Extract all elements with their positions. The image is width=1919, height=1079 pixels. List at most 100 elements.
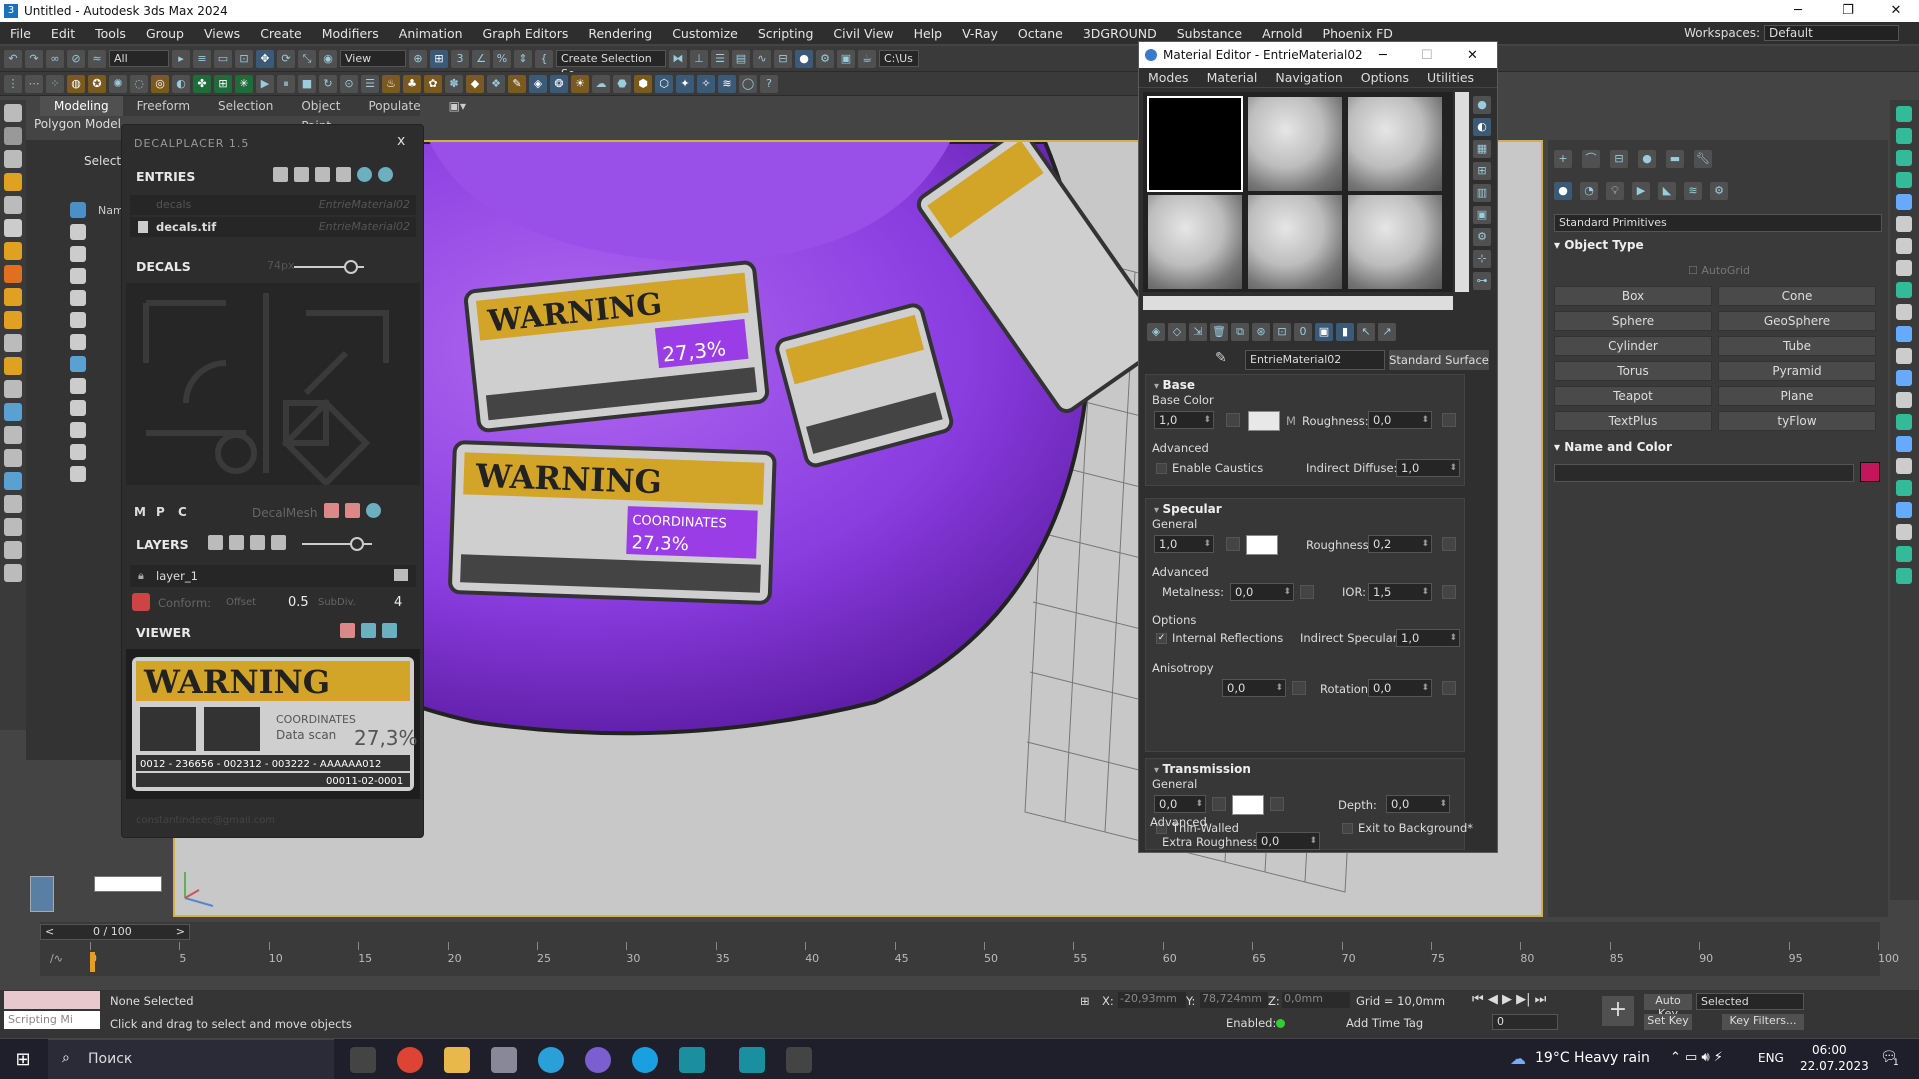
create-torus-button[interactable]: Torus <box>1554 361 1712 381</box>
filter-light-icon[interactable] <box>70 246 86 262</box>
eyedropper-icon[interactable]: ✎ <box>1215 350 1227 366</box>
mat-maximize-button[interactable]: ☐ <box>1421 48 1433 63</box>
time-slider[interactable]: < 0 / 100 > <box>40 924 190 940</box>
anisotropy-spinner[interactable]: 0,0 <box>1222 679 1286 697</box>
indirect-specular-spinner[interactable]: 1,0 <box>1396 629 1460 647</box>
menu-3dground[interactable]: 3DGROUND <box>1073 26 1167 41</box>
tool-t-icon[interactable] <box>4 541 22 559</box>
decal-viewer[interactable]: WARNING COORDINATES Data scan 27,3% 0012… <box>126 649 420 799</box>
create-tab-icon[interactable]: + <box>1554 150 1572 168</box>
menu-views[interactable]: Views <box>194 26 250 41</box>
curve-editor-icon[interactable]: ∿ <box>753 49 771 68</box>
goto-end-icon[interactable]: ⏭ <box>1535 992 1547 1007</box>
set-key-button[interactable]: Set Key <box>1644 1014 1692 1030</box>
effects-channel-icon[interactable]: 0 <box>1294 323 1312 341</box>
create-textplus-button[interactable]: TextPlus <box>1554 411 1712 431</box>
telegram-icon[interactable] <box>538 1047 564 1073</box>
lock-icon[interactable]: 🔒︎ <box>138 569 144 583</box>
mesh-play-icon[interactable] <box>366 503 381 518</box>
ior-map[interactable] <box>1442 585 1456 599</box>
tool-o-icon[interactable] <box>4 426 22 444</box>
caustics-checkbox[interactable] <box>1156 463 1167 474</box>
sphere-red-icon[interactable]: ◍ <box>67 74 85 93</box>
ior-spinner[interactable]: 1,5 <box>1368 583 1432 601</box>
layer-down-icon[interactable] <box>250 535 265 550</box>
particle-icon[interactable]: ✺ <box>109 74 127 93</box>
metalness-map[interactable] <box>1300 585 1314 599</box>
globe-icon[interactable] <box>357 167 372 182</box>
tool-m-icon[interactable] <box>4 380 22 398</box>
clock-time[interactable]: 06:00 <box>1812 1043 1847 1057</box>
array-icon[interactable]: ✤ <box>193 74 211 93</box>
object-color-swatch[interactable] <box>1860 462 1880 482</box>
filter-spacewarp-icon[interactable] <box>70 312 86 328</box>
hierarchy-tab-icon[interactable]: ⊟ <box>1610 150 1628 168</box>
scatter-icon[interactable]: ⊞ <box>214 74 232 93</box>
timeline-track[interactable]: 0510152025303540455055606570758085909510… <box>90 942 1899 972</box>
reset-icon[interactable]: 🗑︎ <box>1210 323 1228 341</box>
material-type-button[interactable]: Standard Surface <box>1389 350 1489 370</box>
skype-icon[interactable] <box>632 1047 658 1073</box>
menu-substance[interactable]: Substance <box>1167 26 1252 41</box>
put-to-scene-icon[interactable]: ◇ <box>1168 323 1186 341</box>
3dsmax-icon-1[interactable] <box>679 1047 705 1073</box>
x-coordinate[interactable]: -20,93mm <box>1118 992 1186 1008</box>
set-key-plus-icon[interactable]: + <box>1602 996 1634 1026</box>
sample-slot-4[interactable] <box>1147 194 1243 290</box>
3dsmax-icon-2[interactable] <box>739 1047 765 1073</box>
curve-toggle-icon[interactable]: ∕∿ <box>50 952 63 965</box>
vray-globe-icon[interactable]: ◯ <box>739 74 757 93</box>
source-icon[interactable]: ✽ <box>445 74 463 93</box>
base-weight-spinner[interactable]: 1,0 <box>1154 411 1214 429</box>
menu-help[interactable]: Help <box>904 26 953 41</box>
play-anim-icon[interactable]: ▶ <box>1502 992 1512 1007</box>
layer-add-icon[interactable] <box>208 535 223 550</box>
helper-icon[interactable]: ◌ <box>130 74 148 93</box>
object-type-header[interactable]: ▾ Object Type <box>1554 238 1882 256</box>
tool-g-icon[interactable] <box>4 242 22 260</box>
tab-freeform[interactable]: Freeform <box>123 96 204 116</box>
hedra-icon[interactable]: ✪ <box>88 74 106 93</box>
create-cylinder-button[interactable]: Cylinder <box>1554 336 1712 356</box>
app-icon-2[interactable] <box>786 1047 812 1073</box>
octane-cam-icon[interactable]: ❂ <box>550 74 568 93</box>
play-icon[interactable]: ▶ <box>256 74 274 93</box>
transmission-header[interactable]: Transmission <box>1146 759 1464 779</box>
make-unique-icon[interactable]: ⊛ <box>1252 323 1270 341</box>
select-label[interactable]: Select <box>84 154 121 168</box>
create-tyflow-button[interactable]: tyFlow <box>1718 411 1876 431</box>
create-pyramid-button[interactable]: Pyramid <box>1718 361 1876 381</box>
mode-c-button[interactable]: C <box>178 505 187 519</box>
menu-arnold[interactable]: Arnold <box>1252 26 1312 41</box>
sample-slot-3[interactable] <box>1347 96 1443 192</box>
right-tool-9-icon[interactable] <box>1896 282 1912 298</box>
vray-fur-icon[interactable]: ≋ <box>718 74 736 93</box>
systems-icon[interactable]: ⚙ <box>1710 182 1728 200</box>
tool-b-icon[interactable] <box>4 127 22 145</box>
tool-p-icon[interactable] <box>4 449 22 467</box>
go-sibling-icon[interactable]: ↗ <box>1378 323 1396 341</box>
refresh-icon[interactable] <box>378 167 393 182</box>
current-frame-field[interactable]: 0 <box>1492 1014 1558 1030</box>
smoke-icon[interactable]: ✿ <box>424 74 442 93</box>
viewer-crop-icon[interactable] <box>361 623 376 638</box>
pause-icon[interactable]: ⏸ <box>277 74 295 93</box>
window-crossing-icon[interactable]: ⊡ <box>235 49 253 68</box>
sample-slot-2[interactable] <box>1247 96 1343 192</box>
mat-menu-options[interactable]: Options <box>1352 68 1418 87</box>
mesh-red-icon[interactable] <box>324 503 339 518</box>
octane-icon[interactable]: ◈ <box>529 74 547 93</box>
save-icon[interactable] <box>315 167 330 182</box>
render-setup-icon[interactable]: ⚙ <box>816 49 834 68</box>
foam-icon[interactable]: ❖ <box>487 74 505 93</box>
modify-tab-icon[interactable]: ⌒ <box>1582 150 1600 168</box>
transmission-weight-map[interactable] <box>1212 797 1226 811</box>
decalplacer-close[interactable]: x <box>397 133 405 149</box>
menu-group[interactable]: Group <box>136 26 194 41</box>
rotation-spinner[interactable]: 0,0 <box>1368 679 1432 697</box>
lights-icon[interactable]: 💡︎ <box>1606 182 1624 200</box>
weather-text[interactable]: 19°C Heavy rain <box>1535 1050 1650 1066</box>
right-tool-15-icon[interactable] <box>1896 414 1912 430</box>
vray-light-icon[interactable]: ✧ <box>697 74 715 93</box>
tool-h-icon[interactable] <box>4 265 22 283</box>
